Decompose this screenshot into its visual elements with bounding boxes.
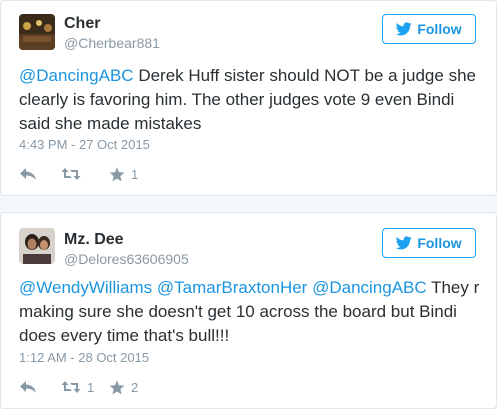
user-handle[interactable]: @Delores63606905	[64, 250, 189, 268]
like-button[interactable]: 2	[109, 380, 138, 395]
retweet-icon	[61, 168, 81, 180]
tweet-actions: 1	[19, 164, 138, 184]
tweet-card: Cher @Cherbear881 Follow @DancingABC Der…	[0, 0, 497, 196]
follow-label: Follow	[417, 21, 462, 37]
reply-icon	[20, 381, 36, 393]
avatar[interactable]	[19, 228, 55, 264]
mention-link[interactable]: @DancingABC	[19, 66, 134, 85]
like-icon	[109, 166, 125, 181]
mention-link[interactable]: @WendyWilliams	[19, 278, 152, 297]
avatar[interactable]	[19, 14, 55, 50]
mention-link[interactable]: @DancingABC	[312, 278, 427, 297]
follow-button[interactable]: Follow	[382, 228, 476, 258]
timestamp[interactable]: 1:12 AM - 28 Oct 2015	[19, 350, 149, 365]
like-icon	[109, 379, 125, 394]
follow-label: Follow	[417, 235, 462, 251]
mention-link[interactable]: @TamarBraxtonHer	[157, 278, 307, 297]
reply-icon	[20, 168, 36, 180]
display-name[interactable]: Cher	[64, 14, 100, 34]
retweet-button[interactable]	[61, 167, 109, 181]
tweet-actions: 1 2	[19, 377, 138, 397]
user-handle[interactable]: @Cherbear881	[64, 34, 160, 52]
retweet-count: 1	[87, 379, 95, 395]
tweet-text: @DancingABC Derek Huff sister should NOT…	[19, 64, 484, 136]
retweet-button[interactable]: 1	[61, 380, 109, 395]
reply-button[interactable]	[19, 380, 61, 394]
timestamp[interactable]: 4:43 PM - 27 Oct 2015	[19, 137, 150, 152]
display-name[interactable]: Mz. Dee	[64, 230, 124, 250]
reply-button[interactable]	[19, 167, 61, 181]
retweet-icon	[61, 381, 81, 393]
tweet-text: @WendyWilliams @TamarBraxtonHer @Dancing…	[19, 276, 484, 348]
like-count: 2	[131, 379, 139, 395]
like-button[interactable]: 1	[109, 167, 138, 182]
follow-button[interactable]: Follow	[382, 14, 476, 44]
bird-icon	[396, 236, 413, 250]
tweet-card: Mz. Dee @Delores63606905 Follow @WendyWi…	[0, 212, 497, 409]
like-count: 1	[131, 166, 139, 182]
bird-icon	[396, 22, 413, 36]
